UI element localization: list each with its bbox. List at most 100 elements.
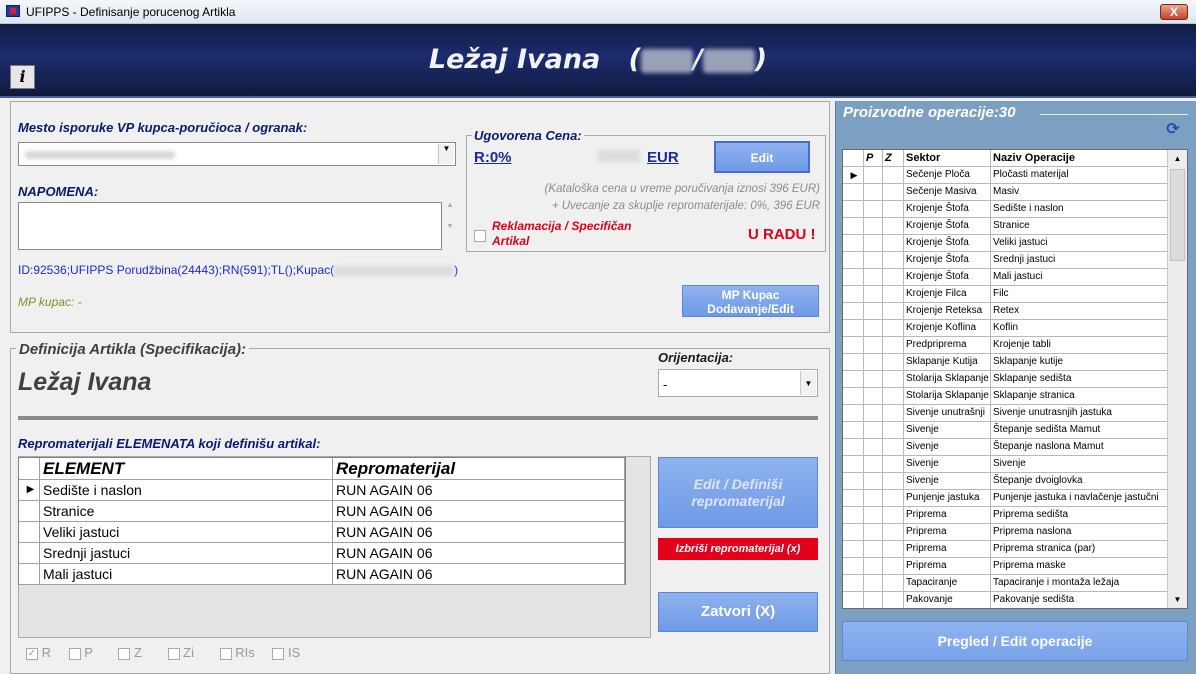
note-textarea[interactable] bbox=[18, 202, 442, 250]
scroll-up-icon[interactable]: ▲ bbox=[1168, 150, 1187, 167]
operation-row[interactable]: Stolarija Sklapanje Sklapanje sedišta bbox=[843, 371, 1171, 388]
window-close-button[interactable]: X bbox=[1160, 4, 1188, 20]
delete-repro-button[interactable]: Izbriši repromaterijal (x) bbox=[658, 538, 818, 560]
operation-row[interactable]: Krojenje Štofa Mali jastuci bbox=[843, 269, 1171, 286]
table-row[interactable]: Veliki jastuci RUN AGAIN 06 bbox=[19, 522, 625, 543]
reclamation-checkbox[interactable] bbox=[474, 228, 486, 242]
operations-edit-button[interactable]: Pregled / Edit operacije bbox=[842, 621, 1188, 661]
price-label: Ugovorena Cena: bbox=[472, 128, 584, 143]
p-cell bbox=[864, 575, 883, 592]
row-selector-icon bbox=[843, 218, 864, 235]
note-scrollbar[interactable]: ▲ ▼ bbox=[443, 202, 457, 250]
operation-row[interactable]: Pakovanje Pakovanje sedišta bbox=[843, 592, 1171, 608]
check-ris[interactable]: RIs bbox=[219, 645, 255, 660]
close-button[interactable]: Zatvori (X) bbox=[658, 592, 818, 632]
row-selector-icon bbox=[843, 286, 864, 303]
operation-row[interactable]: Priprema Priprema stranica (par) bbox=[843, 541, 1171, 558]
operation-row[interactable]: Sivenje Štepanje dvoiglovka bbox=[843, 473, 1171, 490]
operation-row[interactable]: Krojenje Reteksa Retex bbox=[843, 303, 1171, 320]
sektor-cell: Krojenje Štofa bbox=[904, 235, 991, 252]
table-row[interactable]: Stranice RUN AGAIN 06 bbox=[19, 501, 625, 522]
row-selector-icon bbox=[843, 303, 864, 320]
window-title-bar: UFIPPS - Definisanje porucenog Artikla X bbox=[0, 0, 1196, 24]
table-row[interactable]: Mali jastuci RUN AGAIN 06 bbox=[19, 564, 625, 585]
operation-row[interactable]: Sklapanje Kutija Sklapanje kutije bbox=[843, 354, 1171, 371]
operation-row[interactable]: Sivenje Sivenje bbox=[843, 456, 1171, 473]
sektor-cell: Krojenje Štofa bbox=[904, 201, 991, 218]
operation-row[interactable]: Sivenje Štepanje naslona Mamut bbox=[843, 439, 1171, 456]
reclamation-label: Reklamacija / Specifičan Artikal bbox=[492, 219, 632, 248]
orientation-select[interactable]: - ▼ bbox=[658, 369, 818, 397]
operation-row[interactable]: ▶ Sečenje Ploča Pločasti materijal bbox=[843, 167, 1171, 184]
redacted-price bbox=[598, 150, 640, 162]
z-cell bbox=[883, 541, 904, 558]
table-row[interactable]: ▶ Sedište i naslon RUN AGAIN 06 bbox=[19, 480, 625, 501]
info-button[interactable]: i bbox=[10, 65, 35, 89]
p-cell bbox=[864, 167, 883, 184]
operation-row[interactable]: Stolarija Sklapanje Sklapanje stranica bbox=[843, 388, 1171, 405]
title-paren-close: ) bbox=[754, 44, 768, 75]
price-currency: EUR bbox=[647, 149, 679, 166]
order-id-suffix: ) bbox=[454, 263, 459, 277]
row-selector-icon bbox=[843, 371, 864, 388]
price-edit-button[interactable]: Edit bbox=[714, 141, 810, 173]
operation-row[interactable]: Sečenje Masiva Masiv bbox=[843, 184, 1171, 201]
operation-row[interactable]: Punjenje jastuka Punjenje jastuka i navla… bbox=[843, 490, 1171, 507]
naziv-cell: Koflin bbox=[991, 320, 1171, 337]
order-id-text: ID:92536;UFIPPS Porudžbina(24443);RN(591… bbox=[18, 263, 335, 277]
rabat-value[interactable]: R:0% bbox=[474, 149, 512, 166]
article-name: Ležaj Ivana bbox=[18, 368, 152, 396]
p-cell bbox=[864, 388, 883, 405]
col-p: P bbox=[864, 150, 883, 167]
z-cell bbox=[883, 235, 904, 252]
p-cell bbox=[864, 541, 883, 558]
operation-row[interactable]: Krojenje Štofa Veliki jastuci bbox=[843, 235, 1171, 252]
check-r[interactable]: ✓ R bbox=[26, 645, 51, 660]
operation-row[interactable]: Sivenje Štepanje sedišta Mamut bbox=[843, 422, 1171, 439]
check-zi[interactable]: Zi bbox=[167, 645, 194, 660]
repro-cell: RUN AGAIN 06 bbox=[333, 522, 625, 543]
operation-row[interactable]: Krojenje Koflina Koflin bbox=[843, 320, 1171, 337]
row-selector-icon bbox=[843, 592, 864, 608]
operation-row[interactable]: Krojenje Štofa Srednji jastuci bbox=[843, 252, 1171, 269]
article-title: Ležaj Ivana bbox=[428, 44, 601, 75]
check-is[interactable]: IS bbox=[272, 645, 300, 660]
operation-row[interactable]: Krojenje Filca Filc bbox=[843, 286, 1171, 303]
naziv-cell: Masiv bbox=[991, 184, 1171, 201]
element-cell: Mali jastuci bbox=[40, 564, 333, 585]
edit-repro-button[interactable]: Edit / Definiši repromaterijal bbox=[658, 457, 818, 528]
operation-row[interactable]: Sivenje unutrašnji Sivenje unutrasnjih ja… bbox=[843, 405, 1171, 422]
p-cell bbox=[864, 456, 883, 473]
scroll-down-icon[interactable]: ▼ bbox=[1168, 591, 1187, 608]
p-cell bbox=[864, 269, 883, 286]
naziv-cell: Sklapanje stranica bbox=[991, 388, 1171, 405]
operation-row[interactable]: Priprema Priprema maske bbox=[843, 558, 1171, 575]
chevron-down-icon[interactable]: ▼ bbox=[438, 144, 454, 164]
check-z[interactable]: Z bbox=[118, 645, 142, 660]
operation-row[interactable]: Krojenje Štofa Stranice bbox=[843, 218, 1171, 235]
p-cell bbox=[864, 354, 883, 371]
operation-row[interactable]: Tapaciranje Tapaciranje i montaža ležaja bbox=[843, 575, 1171, 592]
operation-row[interactable]: Priprema Priprema naslona bbox=[843, 524, 1171, 541]
check-p[interactable]: P bbox=[68, 645, 93, 660]
element-cell: Srednji jastuci bbox=[40, 543, 333, 564]
operation-row[interactable]: Predpriprema Krojenje tabli bbox=[843, 337, 1171, 354]
delivery-select[interactable]: ▼ bbox=[18, 142, 456, 166]
operations-scrollbar[interactable]: ▲ ▼ bbox=[1167, 150, 1187, 608]
sektor-cell: Priprema bbox=[904, 541, 991, 558]
sektor-cell: Sivenje bbox=[904, 422, 991, 439]
p-cell bbox=[864, 303, 883, 320]
operations-header: P Z Sektor Naziv Operacije bbox=[843, 150, 1171, 167]
table-row[interactable]: Srednji jastuci RUN AGAIN 06 bbox=[19, 543, 625, 564]
naziv-cell: Sklapanje sedišta bbox=[991, 371, 1171, 388]
row-selector-icon bbox=[843, 558, 864, 575]
row-selector-icon bbox=[843, 320, 864, 337]
mp-customer-button[interactable]: MP Kupac Dodavanje/Edit bbox=[682, 285, 819, 317]
operation-row[interactable]: Priprema Priprema sedišta bbox=[843, 507, 1171, 524]
col-element: ELEMENT bbox=[40, 458, 333, 480]
operation-row[interactable]: Krojenje Štofa Sedište i naslon bbox=[843, 201, 1171, 218]
refresh-icon[interactable]: ⟳ bbox=[1164, 121, 1182, 139]
scroll-thumb[interactable] bbox=[1170, 169, 1185, 261]
chevron-down-icon[interactable]: ▼ bbox=[800, 371, 816, 395]
row-selector-icon bbox=[843, 490, 864, 507]
